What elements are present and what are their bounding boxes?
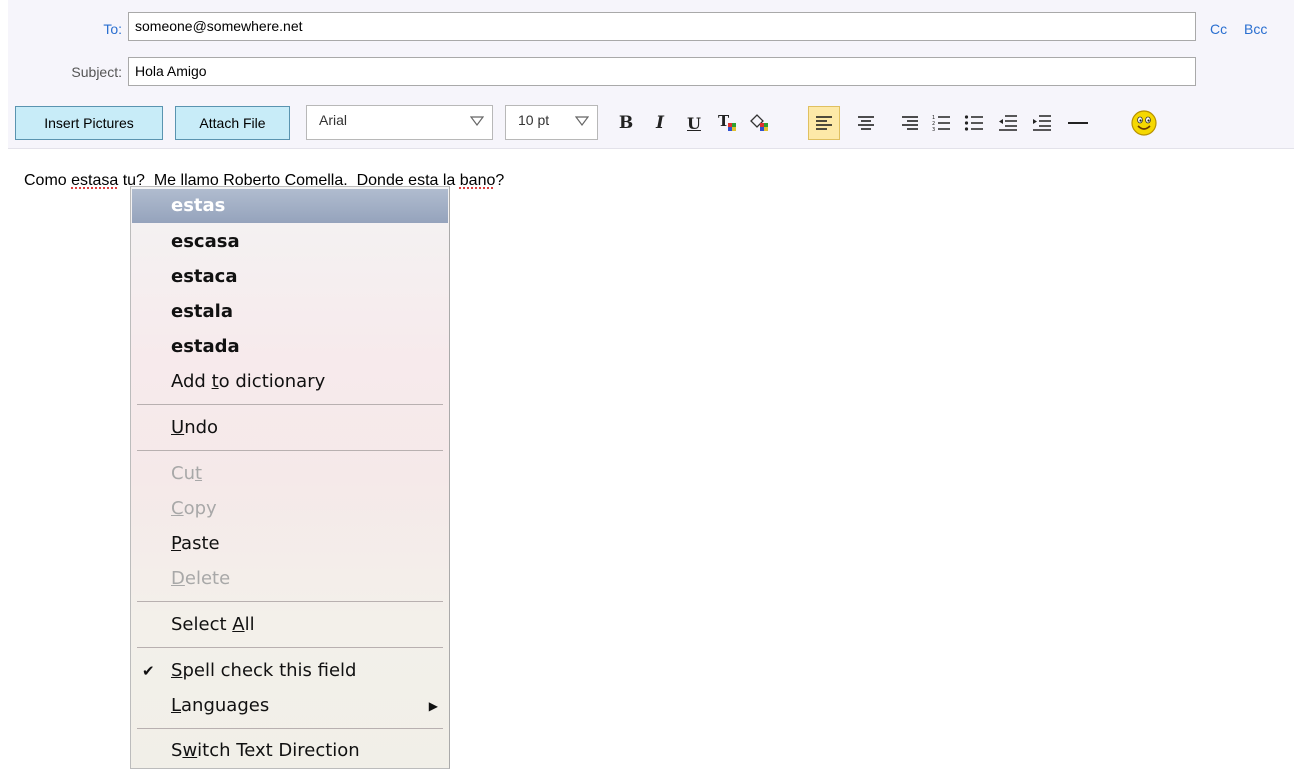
font-family-value: Arial bbox=[319, 112, 348, 128]
body-text-segment: ? bbox=[495, 172, 505, 189]
menu-label-part: elete bbox=[184, 568, 231, 589]
menu-mnemonic: t bbox=[211, 371, 219, 392]
misspelled-word[interactable]: bano bbox=[460, 172, 496, 189]
menu-label-part: Cu bbox=[171, 463, 195, 484]
italic-button[interactable]: I bbox=[644, 106, 676, 140]
menu-mnemonic: S bbox=[171, 660, 183, 681]
suggestion-item[interactable]: estas bbox=[132, 189, 448, 223]
menu-separator bbox=[137, 404, 443, 405]
dropdown-arrow-icon bbox=[470, 116, 484, 126]
menu-label-part: aste bbox=[181, 533, 220, 554]
menu-mnemonic: P bbox=[171, 533, 182, 554]
spell-check-field-item[interactable]: ✔ Spell check this field bbox=[132, 654, 448, 688]
menu-label-part: anguages bbox=[181, 695, 270, 716]
checkmark-icon: ✔ bbox=[142, 662, 155, 680]
menu-label-part: o dictionary bbox=[218, 371, 326, 392]
font-size-value: 10 pt bbox=[518, 112, 550, 128]
menu-separator bbox=[137, 450, 443, 451]
cut-item[interactable]: Cut bbox=[132, 457, 448, 491]
svg-text:3: 3 bbox=[932, 127, 935, 132]
menu-label-part: Select bbox=[171, 614, 233, 635]
indent-icon[interactable] bbox=[1026, 106, 1058, 140]
background-color-icon[interactable] bbox=[744, 106, 776, 140]
suggestion-item[interactable]: estala bbox=[132, 295, 448, 329]
switch-text-direction-item[interactable]: Switch Text Direction bbox=[132, 734, 448, 768]
font-size-select[interactable]: 10 pt bbox=[505, 105, 598, 140]
subject-field[interactable]: Hola Amigo bbox=[128, 57, 1196, 86]
menu-label-part: opy bbox=[183, 498, 217, 519]
bcc-link[interactable]: Bcc bbox=[1244, 21, 1267, 37]
spellcheck-context-menu: estas escasa estaca estala estada Add to… bbox=[130, 186, 450, 769]
copy-item[interactable]: Copy bbox=[132, 492, 448, 526]
menu-mnemonic: L bbox=[171, 695, 182, 716]
misspelled-word[interactable]: estasa bbox=[71, 172, 118, 189]
underline-button[interactable]: U bbox=[678, 106, 710, 140]
suggestion-item[interactable]: estada bbox=[132, 330, 448, 364]
menu-mnemonic: D bbox=[171, 568, 185, 589]
smiley-icon[interactable] bbox=[1128, 106, 1160, 140]
menu-label-part: pell check this field bbox=[182, 660, 357, 681]
numbered-list-icon[interactable]: 123 bbox=[925, 106, 957, 140]
menu-mnemonic: U bbox=[171, 417, 185, 438]
suggestion-item[interactable]: escasa bbox=[132, 225, 448, 259]
submenu-arrow-icon: ▶ bbox=[428, 699, 438, 713]
outdent-icon[interactable] bbox=[992, 106, 1024, 140]
to-label: To: bbox=[103, 21, 122, 37]
attach-file-button[interactable]: Attach File bbox=[175, 106, 290, 140]
align-center-icon[interactable] bbox=[850, 106, 882, 140]
paste-item[interactable]: Paste bbox=[132, 527, 448, 561]
menu-separator bbox=[137, 728, 443, 729]
add-to-dictionary-item[interactable]: Add to dictionary bbox=[132, 365, 448, 399]
menu-separator bbox=[137, 601, 443, 602]
menu-mnemonic: C bbox=[171, 498, 184, 519]
menu-mnemonic: w bbox=[182, 740, 198, 761]
menu-separator bbox=[137, 647, 443, 648]
text-color-icon[interactable]: T bbox=[712, 106, 744, 140]
menu-mnemonic: A bbox=[232, 614, 245, 635]
body-text-segment: Como bbox=[24, 172, 72, 189]
align-left-icon[interactable] bbox=[808, 106, 840, 140]
menu-label-part: itch Text Direction bbox=[197, 740, 360, 761]
font-family-select[interactable]: Arial bbox=[306, 105, 493, 140]
languages-item[interactable]: Languages ▶ bbox=[132, 689, 448, 723]
select-all-item[interactable]: Select All bbox=[132, 608, 448, 642]
dropdown-arrow-icon bbox=[575, 116, 589, 126]
menu-label-part: ll bbox=[244, 614, 255, 635]
insert-pictures-button[interactable]: Insert Pictures bbox=[15, 106, 163, 140]
suggestion-item[interactable]: estaca bbox=[132, 260, 448, 294]
menu-mnemonic: t bbox=[194, 463, 203, 484]
menu-label-part: ndo bbox=[184, 417, 219, 438]
cc-link[interactable]: Cc bbox=[1210, 21, 1227, 37]
horizontal-rule-icon[interactable] bbox=[1062, 106, 1094, 140]
undo-item[interactable]: Undo bbox=[132, 411, 448, 445]
menu-label-part: Add bbox=[171, 371, 212, 392]
align-right-icon[interactable] bbox=[894, 106, 926, 140]
delete-item[interactable]: Delete bbox=[132, 562, 448, 596]
subject-label: Subject: bbox=[71, 64, 122, 80]
menu-label-part: S bbox=[171, 740, 183, 761]
to-field[interactable]: someone@somewhere.net bbox=[128, 12, 1196, 41]
bold-button[interactable]: B bbox=[610, 106, 642, 140]
bullet-list-icon[interactable] bbox=[958, 106, 990, 140]
